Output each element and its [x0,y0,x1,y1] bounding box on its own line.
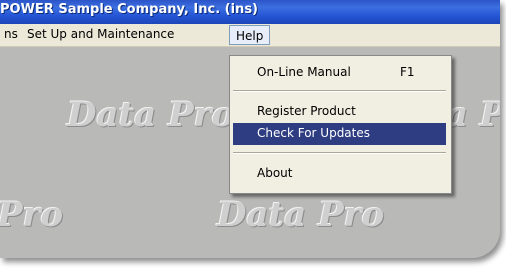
watermark-text-fragment-right: a P [446,95,500,135]
menu-item-check-for-updates[interactable]: Check For Updates [233,123,446,145]
menu-item-label: Register Product [257,104,356,118]
menu-separator [233,152,446,154]
watermark-text-fragment-left: Pro [0,195,64,235]
menu-bar: ns Set Up and Maintenance Help [0,24,500,47]
shortcut-label: F1 [400,65,415,79]
menu-item-about[interactable]: About [233,163,446,185]
title-bar[interactable]: POWER Sample Company, Inc. (ins) [0,0,500,24]
menu-item-online-manual[interactable]: On-Line Manual F1 [233,62,446,84]
menu-item-label: Check For Updates [257,126,371,140]
menu-item-label: On-Line Manual [257,65,351,79]
menu-item-label: About [257,166,293,180]
menu-separator [233,90,446,92]
watermark-text: Data Pro [217,195,385,235]
menu-item-register-product[interactable]: Register Product [233,101,446,123]
help-dropdown-menu: On-Line Manual F1 Register Product Check… [229,55,452,194]
menu-item-help[interactable]: Help [229,25,271,45]
application-window: POWER Sample Company, Inc. (ins) ns Set … [0,0,500,258]
watermark-text: Data Pro [67,95,235,135]
window-title: POWER Sample Company, Inc. (ins) [0,2,258,17]
menu-item-ns[interactable]: ns [4,27,18,43]
menu-item-set-up-and-maintenance[interactable]: Set Up and Maintenance [27,27,174,43]
